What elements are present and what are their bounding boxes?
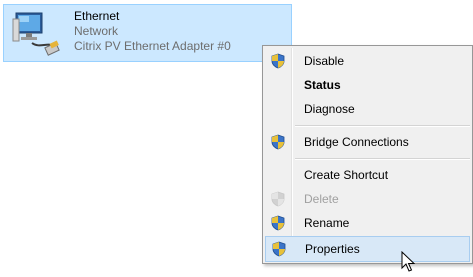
menu-item-label: Rename (304, 216, 350, 230)
menu-item-rename[interactable]: Rename (265, 211, 470, 235)
context-menu: Disable Status Diagnose Bridge Connectio… (262, 45, 473, 264)
menu-item-disable[interactable]: Disable (265, 49, 470, 73)
menu-item-label: Create Shortcut (304, 168, 389, 182)
uac-shield-icon (271, 215, 285, 231)
menu-item-create-shortcut[interactable]: Create Shortcut (265, 163, 470, 187)
menu-separator (295, 125, 470, 127)
uac-shield-icon (271, 134, 285, 150)
network-adapter-icon (12, 12, 60, 56)
menu-separator (295, 158, 470, 160)
menu-item-bridge-connections[interactable]: Bridge Connections (265, 130, 470, 154)
menu-item-label: Properties (305, 242, 360, 256)
adapter-status: Network (74, 24, 119, 38)
mouse-pointer-icon (401, 251, 415, 272)
adapter-device: Citrix PV Ethernet Adapter #0 (74, 39, 231, 53)
menu-item-status[interactable]: Status (265, 73, 470, 97)
ethernet-adapter-tile[interactable]: Ethernet Network Citrix PV Ethernet Adap… (3, 4, 292, 62)
uac-shield-icon (271, 53, 285, 69)
menu-item-label: Diagnose (304, 102, 355, 116)
menu-item-label: Delete (304, 192, 339, 206)
menu-item-label: Status (304, 78, 341, 92)
uac-shield-icon (271, 191, 285, 207)
adapter-text: Ethernet Network Citrix PV Ethernet Adap… (74, 9, 231, 54)
menu-item-delete: Delete (265, 187, 470, 211)
menu-item-properties[interactable]: Properties (265, 236, 470, 262)
menu-item-label: Bridge Connections (304, 135, 409, 149)
uac-shield-icon (272, 241, 286, 257)
menu-item-label: Disable (304, 54, 345, 68)
adapter-name: Ethernet (74, 9, 120, 23)
menu-item-diagnose[interactable]: Diagnose (265, 97, 470, 121)
